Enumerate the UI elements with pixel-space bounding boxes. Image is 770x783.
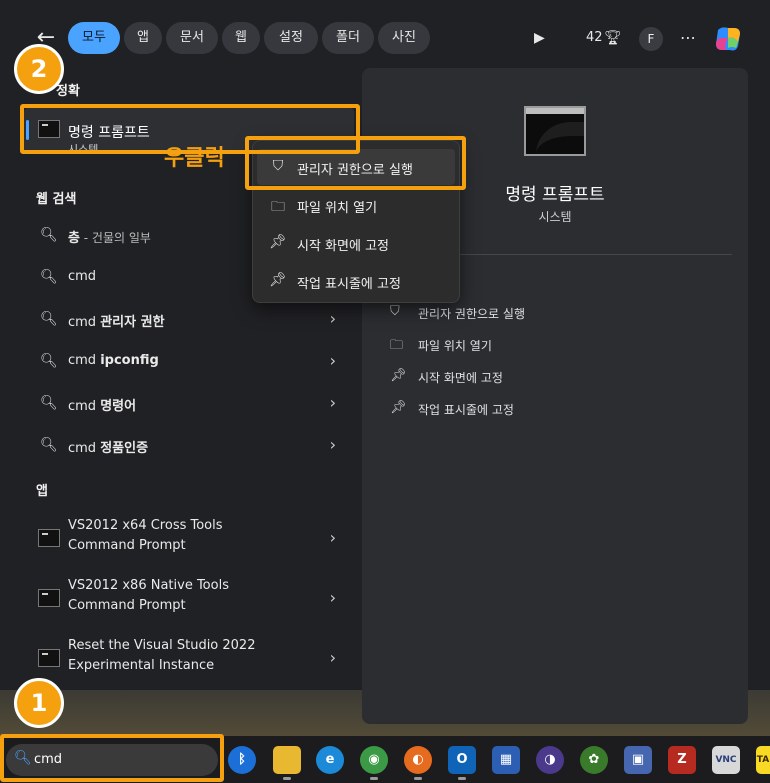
kakaotalk-icon[interactable]: TA (756, 746, 770, 774)
profile-avatar[interactable]: F (639, 27, 663, 51)
command-prompt-icon (38, 589, 60, 607)
running-indicator (414, 777, 422, 780)
menu-item-label: 작업 표시줄에 고정 (297, 277, 401, 292)
remote-desktop-icon[interactable]: ▣ (624, 746, 652, 774)
taskbar: 🔍︎ cmd ᛒ e ◉ ◐ O ▦ ◑ ✿ ▣ Z VNC TA (0, 734, 770, 783)
web-search-term: cmd (68, 269, 97, 284)
filezilla-icon[interactable]: Z (668, 746, 696, 774)
menu-item-pin-start[interactable]: 📌︎ 시작 화면에 고정 (257, 225, 455, 261)
command-prompt-icon (38, 649, 60, 667)
trophy-icon: 🏆︎ (604, 30, 622, 46)
chrome-icon[interactable]: ◉ (360, 746, 388, 774)
web-search-heading: 웹 검색 (36, 192, 77, 207)
web-search-description: - 건물의 일부 (79, 231, 151, 245)
web-search-suggestion: 관리자 권한 (100, 315, 165, 330)
filter-chip-apps[interactable]: 앱 (124, 22, 162, 54)
chevron-right-icon[interactable]: › (330, 351, 336, 370)
bluetooth-app-icon[interactable]: ᛒ (228, 746, 256, 774)
folder-icon: 🗀 (271, 199, 285, 215)
search-icon: 🔍︎ (40, 437, 58, 453)
points-count: 42 (586, 30, 603, 45)
menu-item-pin-taskbar[interactable]: 📌︎ 작업 표시줄에 고정 (257, 263, 455, 299)
file-explorer-icon[interactable] (273, 746, 301, 774)
chevron-right-icon[interactable]: › (330, 435, 336, 454)
step-1-badge: 1 (14, 678, 64, 728)
search-icon: 🔍︎ (40, 227, 58, 243)
app-name-line2: Experimental Instance (68, 658, 215, 673)
shield-icon: ⛉ (390, 304, 400, 319)
edge-icon[interactable]: e (316, 746, 344, 774)
web-search-prefix: cmd (68, 315, 101, 330)
folder-icon: 🗀 (390, 338, 404, 353)
web-search-item[interactable]: 🔍︎ cmd 정품인증 › (28, 426, 350, 466)
app-name-line1: Reset the Visual Studio 2022 (68, 638, 256, 653)
copilot-icon[interactable] (712, 24, 744, 54)
outlook-icon[interactable]: O (448, 746, 476, 774)
highlight-run-as-admin (245, 136, 466, 190)
menu-item-label: 파일 위치 열기 (297, 201, 378, 216)
chevron-right-icon[interactable]: › (330, 393, 336, 412)
web-search-item[interactable]: 🔍︎ cmd 명령어 › (28, 384, 350, 424)
pin-icon: 📌︎ (269, 234, 287, 250)
web-search-prefix: cmd (68, 441, 101, 456)
action-label: 파일 위치 열기 (418, 339, 492, 353)
search-icon: 🔍︎ (40, 395, 58, 411)
highlight-search-box (0, 734, 224, 782)
apps-heading: 앱 (36, 484, 48, 499)
web-search-item[interactable]: 🔍︎ cmd 관리자 권한 › (28, 300, 350, 340)
chevron-right-icon[interactable]: › (330, 648, 336, 667)
web-search-term: 층 (68, 231, 80, 246)
filter-chip-web[interactable]: 웹 (222, 22, 260, 54)
app-list-item[interactable]: VS2012 x64 Cross Tools Command Prompt › (28, 510, 350, 566)
pin-icon: 📌︎ (390, 368, 407, 383)
menu-item-open-location[interactable]: 🗀 파일 위치 열기 (257, 187, 455, 223)
chevron-right-icon[interactable]: › (330, 588, 336, 607)
app-list-item[interactable]: VS2012 x86 Native Tools Command Prompt › (28, 570, 350, 626)
command-prompt-large-icon (524, 106, 586, 156)
more-icon[interactable]: ⋯ (680, 24, 696, 52)
web-search-prefix: cmd (68, 399, 101, 414)
search-icon: 🔍︎ (40, 269, 58, 285)
filter-chip-settings[interactable]: 설정 (264, 22, 318, 54)
running-indicator (458, 777, 466, 780)
filter-chip-photos[interactable]: 사진 (378, 22, 430, 54)
action-label: 작업 표시줄에 고정 (418, 403, 514, 417)
running-indicator (283, 777, 291, 780)
eclipse-icon[interactable]: ◑ (536, 746, 564, 774)
action-label: 시작 화면에 고정 (418, 371, 503, 385)
pin-icon: 📌︎ (269, 272, 287, 288)
command-prompt-icon (38, 529, 60, 547)
vnc-viewer-icon[interactable]: VNC (712, 746, 740, 774)
app-name-line2: Command Prompt (68, 598, 186, 613)
app-name-line1: VS2012 x64 Cross Tools (68, 518, 223, 533)
web-search-suggestion: ipconfig (100, 353, 159, 368)
menu-item-label: 시작 화면에 고정 (297, 239, 389, 254)
step-2-badge: 2 (14, 44, 64, 94)
action-label: 관리자 권한으로 실행 (418, 307, 525, 321)
pin-icon: 📌︎ (390, 400, 407, 415)
app-name-line2: Command Prompt (68, 538, 186, 553)
web-search-item[interactable]: 🔍︎ cmd ipconfig › (28, 342, 350, 382)
filter-chip-folders[interactable]: 폴더 (322, 22, 374, 54)
play-icon[interactable]: ▶ (534, 24, 545, 52)
app-name-line1: VS2012 x86 Native Tools (68, 578, 229, 593)
web-search-suggestion: 명령어 (100, 399, 137, 414)
chevron-right-icon[interactable]: › (330, 309, 336, 328)
chevron-right-icon[interactable]: › (330, 528, 336, 547)
filter-chip-all[interactable]: 모두 (68, 22, 120, 54)
filter-chip-documents[interactable]: 문서 (166, 22, 218, 54)
network-app-icon[interactable]: ▦ (492, 746, 520, 774)
search-icon: 🔍︎ (40, 311, 58, 327)
app-list-item[interactable]: Reset the Visual Studio 2022 Experimenta… (28, 630, 350, 686)
web-search-prefix: cmd (68, 353, 101, 368)
search-icon: 🔍︎ (40, 353, 58, 369)
frog-app-icon[interactable]: ✿ (580, 746, 608, 774)
firefox-icon[interactable]: ◐ (404, 746, 432, 774)
right-click-annotation: 우클릭 (164, 146, 225, 171)
running-indicator (370, 777, 378, 780)
web-search-suggestion: 정품인증 (100, 441, 149, 456)
